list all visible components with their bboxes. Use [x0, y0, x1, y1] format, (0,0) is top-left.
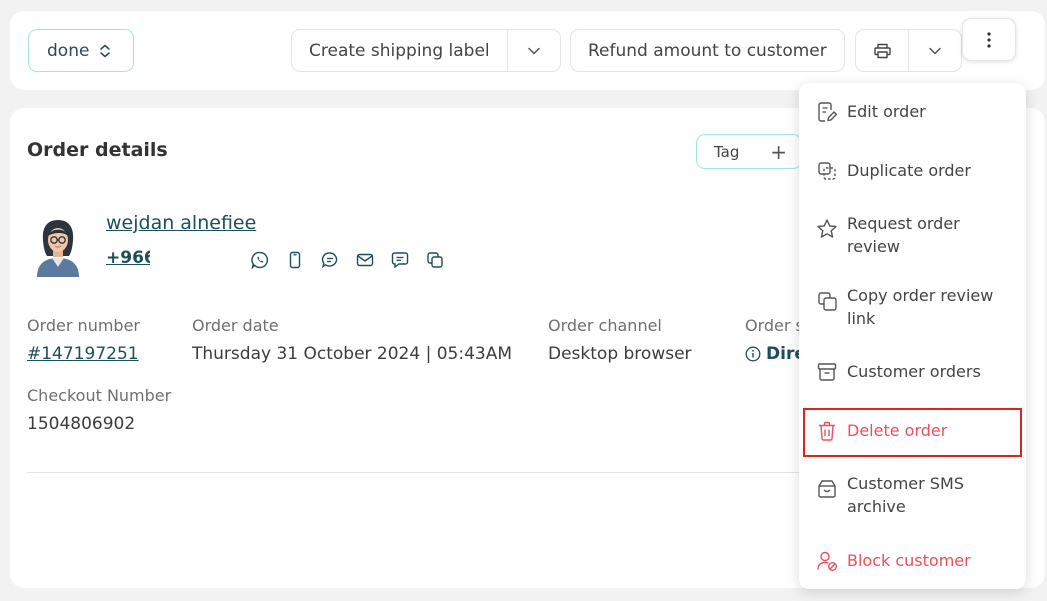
sms-archive-icon [816, 478, 838, 500]
print-button[interactable] [856, 30, 909, 71]
order-status-label: done [47, 40, 90, 61]
print-split-button [855, 29, 962, 72]
order-source-label: Order s [745, 316, 800, 335]
menu-item-sms-archive[interactable]: Customer SMS archive [799, 472, 1026, 518]
customer-name-link[interactable]: wejdan alnefiee [106, 212, 256, 234]
customer-phone-link[interactable]: +966 [106, 248, 150, 268]
contact-actions [251, 251, 444, 269]
printer-icon [873, 43, 891, 58]
star-icon [816, 218, 838, 240]
refund-button[interactable]: Refund amount to customer [570, 29, 845, 72]
checkout-number-value: 1504806902 [27, 414, 136, 434]
add-tag-button[interactable]: Tag + [696, 134, 802, 169]
menu-item-label: Duplicate order [847, 161, 971, 180]
more-actions-button[interactable] [962, 18, 1016, 61]
menu-item-edit-order[interactable]: Edit order [799, 100, 1026, 123]
more-vertical-icon [987, 31, 991, 48]
menu-item-block-customer[interactable]: Block customer [799, 549, 1026, 572]
customer-avatar [37, 220, 79, 277]
order-actions-toolbar: done Create shipping label Refund amount… [10, 11, 1045, 90]
copy-icon [816, 290, 838, 312]
tag-label: Tag [714, 142, 740, 161]
menu-item-label: Request order review [847, 214, 960, 256]
order-number-link[interactable]: #147197251 [27, 344, 139, 364]
menu-item-copy-review-link[interactable]: Copy order review link [799, 284, 1026, 330]
chevron-down-icon [929, 47, 941, 54]
menu-item-label: Customer SMS archive [847, 474, 964, 516]
order-channel-label: Order channel [548, 316, 662, 335]
chevron-down-icon [527, 47, 540, 54]
duplicate-icon [816, 160, 838, 182]
chat-bubble-icon[interactable] [321, 251, 339, 269]
print-options-dropdown[interactable] [909, 30, 961, 71]
mail-icon[interactable] [356, 251, 374, 269]
mobile-phone-icon[interactable] [286, 251, 304, 269]
order-status-select[interactable]: done [28, 29, 134, 72]
whatsapp-icon[interactable] [251, 251, 269, 269]
order-details-title: Order details [27, 139, 168, 161]
order-number-label: Order number [27, 316, 140, 335]
plus-icon: + [770, 139, 787, 164]
sms-icon[interactable] [391, 251, 409, 269]
create-shipping-label-button[interactable]: Create shipping label [292, 30, 508, 71]
shipping-label-split-button: Create shipping label [291, 29, 561, 72]
info-icon [745, 346, 761, 362]
checkout-number-label: Checkout Number [27, 386, 172, 405]
menu-item-customer-orders[interactable]: Customer orders [799, 360, 1026, 383]
shipping-options-dropdown[interactable] [508, 30, 560, 71]
copy-icon[interactable] [426, 251, 444, 269]
delete-order-highlight-box [803, 408, 1022, 457]
section-divider [27, 472, 807, 473]
more-actions-menu: Edit order Duplicate order Request order… [799, 83, 1026, 589]
order-date-label: Order date [192, 316, 279, 335]
menu-item-label: Edit order [847, 102, 926, 121]
edit-order-icon [816, 101, 838, 123]
archive-box-icon [816, 361, 838, 383]
order-channel-value: Desktop browser [548, 344, 692, 364]
menu-item-duplicate-order[interactable]: Duplicate order [799, 159, 1026, 182]
sort-chevrons-icon [100, 44, 111, 57]
menu-item-label: Customer orders [847, 362, 981, 381]
menu-item-label: Block customer [847, 551, 971, 570]
menu-item-request-review[interactable]: Request order review [799, 212, 1026, 258]
order-date-value: Thursday 31 October 2024 | 05:43AM [192, 344, 513, 364]
block-user-icon [816, 550, 838, 572]
menu-item-label: Copy order review link [847, 286, 994, 328]
